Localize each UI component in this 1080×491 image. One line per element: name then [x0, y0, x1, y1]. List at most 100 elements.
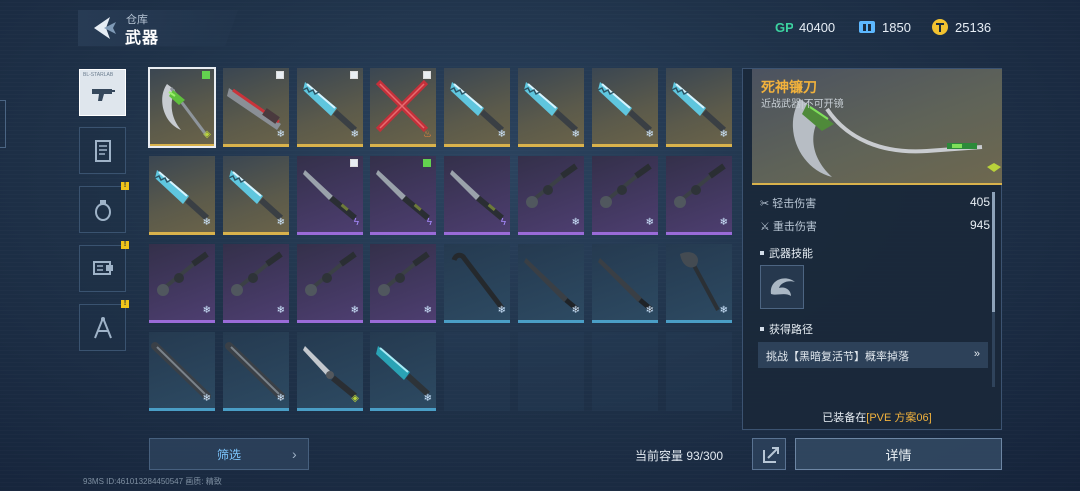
frost-element-icon: ❄ — [423, 305, 432, 316]
gp-value: 40400 — [799, 19, 836, 35]
currency-gp: GP 40400 — [775, 17, 835, 37]
tab-tag: BL-STARLAB — [83, 72, 114, 78]
weapon-type: 近战武器|不可开镜 — [761, 99, 844, 110]
tab-scrolls[interactable] — [79, 127, 126, 174]
weapon-slot[interactable]: ❄ — [666, 156, 732, 235]
frost-element-icon: ❄ — [276, 305, 285, 316]
page-title: 武器 — [125, 30, 160, 47]
stat-value: 405 — [969, 195, 990, 209]
weapon-slot[interactable]: ❄ — [297, 68, 363, 147]
weapon-slot[interactable]: ❄ — [518, 244, 584, 323]
weapon-slot[interactable]: ϟ — [444, 156, 510, 235]
double-chevron-icon: » — [973, 348, 980, 360]
capacity-text: 当前容量 93/300 — [635, 449, 724, 463]
filter-label: 筛选 — [216, 447, 241, 462]
ghost-element-icon: ◈ — [203, 129, 211, 140]
frost-element-icon: ❄ — [423, 393, 432, 404]
gear-icon — [93, 261, 113, 275]
heavy-attack-icon: ⚔ — [760, 221, 773, 233]
frost-element-icon: ❄ — [276, 217, 285, 228]
weapon-slot[interactable]: ϟ — [297, 156, 363, 235]
footer-info: 93MS ID:461013284450547 画质: 精致 — [83, 477, 222, 486]
equipped-checkbox — [202, 71, 210, 79]
frost-element-icon: ❄ — [571, 305, 580, 316]
gp-icon: GP — [775, 20, 793, 35]
equipped-checkbox — [423, 71, 431, 79]
weapon-slot[interactable]: ❄ — [592, 68, 658, 147]
frost-element-icon: ❄ — [645, 305, 654, 316]
light-attack-icon: ✂ — [760, 198, 773, 210]
weapon-slot[interactable]: ❄ — [666, 68, 732, 147]
left-edge-handle — [0, 100, 6, 148]
frost-element-icon: ❄ — [202, 305, 211, 316]
equipped-checkbox — [276, 71, 284, 79]
equipped-checkbox — [350, 71, 358, 79]
weapon-skill-button[interactable] — [760, 265, 804, 309]
weapon-slot[interactable]: ❄ — [149, 332, 215, 411]
empty-slot — [444, 332, 510, 411]
weapon-slot[interactable]: ❄ — [223, 332, 289, 411]
weapon-slot[interactable]: ❄ — [666, 244, 732, 323]
svg-text:GP: GP — [775, 20, 793, 35]
ghost-element-icon: ◈ — [351, 393, 359, 404]
equipped-checkbox — [423, 159, 431, 167]
equipped-plan: [PVE 方案06] — [866, 412, 932, 424]
stat-label: 轻击伤害 — [772, 198, 817, 210]
weapon-slot[interactable]: ◈ — [148, 67, 216, 148]
equipped-status: 已装备在[PVE 方案06] — [752, 409, 1002, 425]
gun-icon — [92, 89, 115, 101]
details-button[interactable]: 详情 — [795, 438, 1002, 470]
frost-element-icon: ❄ — [350, 129, 359, 140]
filter-button[interactable]: 筛选 — [149, 438, 309, 470]
weapon-slot[interactable]: ◈ — [297, 332, 363, 411]
weapon-slot[interactable]: ❄ — [223, 156, 289, 235]
stat-label: 重击伤害 — [772, 221, 817, 233]
expand-icon — [763, 447, 779, 463]
panel-scrollbar[interactable] — [992, 192, 995, 387]
frost-element-icon: ❄ — [276, 393, 285, 404]
weapon-slot[interactable]: ❄ — [223, 244, 289, 323]
weapon-slot[interactable]: ❄ — [518, 156, 584, 235]
tab-grenades[interactable] — [79, 186, 126, 233]
frost-element-icon: ❄ — [571, 217, 580, 228]
frost-element-icon: ❄ — [719, 217, 728, 228]
scroll-icon — [95, 140, 111, 162]
section-title-source: 获得路径 — [760, 321, 813, 337]
section-label: 获得路径 — [769, 324, 813, 336]
ticket-value: 1850 — [882, 19, 911, 35]
weapon-slot[interactable]: ❄ — [297, 244, 363, 323]
frost-element-icon: ❄ — [202, 217, 211, 228]
bolt-element-icon: ϟ — [353, 217, 359, 228]
compass-icon — [94, 317, 112, 339]
tab-compass[interactable] — [79, 304, 126, 351]
weapon-slot[interactable]: ϟ — [370, 156, 436, 235]
weapon-slot[interactable]: ❄ — [149, 156, 215, 235]
coin-icon — [932, 19, 948, 35]
grenade-icon — [95, 200, 111, 221]
section-title-skill: 武器技能 — [760, 245, 813, 261]
weapon-slot[interactable]: ❄ — [444, 244, 510, 323]
stat-light-attack: ✂ 轻击伤害 405 — [760, 195, 990, 211]
tab-weapons[interactable]: BL-STARLAB — [79, 69, 126, 116]
empty-slot — [518, 332, 584, 411]
currency-coin: 25136 — [931, 17, 991, 37]
weapon-slot[interactable]: ❄ — [370, 332, 436, 411]
equipped-prefix: 已装备在 — [822, 412, 867, 424]
weapon-slot[interactable]: ❄ — [149, 244, 215, 323]
weapon-slot[interactable]: ❄ — [370, 244, 436, 323]
skill-emblem-icon — [770, 278, 795, 296]
expand-button[interactable] — [752, 438, 786, 470]
alert-badge: ! — [121, 241, 129, 249]
empty-slot — [666, 332, 732, 411]
weapon-slot[interactable]: ❄ — [518, 68, 584, 147]
weapon-slot[interactable]: ❄ — [223, 68, 289, 147]
weapon-slot[interactable]: ♨ — [370, 68, 436, 147]
alert-badge: ! — [121, 300, 129, 308]
source-link[interactable]: 挑战【黑暗复活节】概率掉落 » — [758, 342, 988, 368]
weapon-slot[interactable]: ❄ — [592, 244, 658, 323]
tab-gear[interactable] — [79, 245, 126, 292]
empty-slot — [592, 332, 658, 411]
weapon-slot[interactable]: ❄ — [444, 68, 510, 147]
section-label: 武器技能 — [769, 248, 813, 260]
weapon-slot[interactable]: ❄ — [592, 156, 658, 235]
